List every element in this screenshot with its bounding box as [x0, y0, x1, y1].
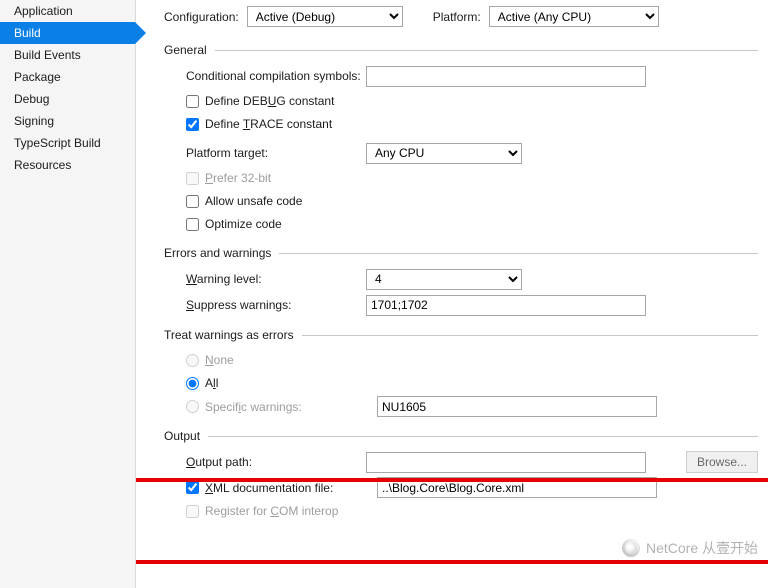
treat-specific-radio: [186, 400, 199, 413]
output-path-label: Output path:: [186, 455, 366, 469]
prefer-32bit-label: Prefer 32-bit: [205, 171, 271, 185]
suppress-warnings-input[interactable]: [366, 295, 646, 316]
optimize-code-checkbox[interactable]: [186, 218, 199, 231]
define-trace-checkbox[interactable]: [186, 118, 199, 131]
content-area: Configuration: Active (Debug) Platform: …: [136, 0, 768, 588]
sidebar-item-debug[interactable]: Debug: [0, 88, 135, 110]
optimize-code-label: Optimize code: [205, 217, 282, 231]
sidebar-item-label: Application: [14, 4, 73, 18]
xml-doc-checkbox[interactable]: [186, 481, 199, 494]
allow-unsafe-label: Allow unsafe code: [205, 194, 302, 208]
treat-specific-input[interactable]: [377, 396, 657, 417]
sidebar-item-signing[interactable]: Signing: [0, 110, 135, 132]
treat-all-label: All: [205, 376, 218, 390]
watermark-text: NetCore 从壹开始: [646, 538, 758, 558]
platform-label: Platform:: [433, 10, 481, 24]
sidebar-item-package[interactable]: Package: [0, 66, 135, 88]
group-title: Output: [164, 429, 200, 443]
treat-all-radio[interactable]: [186, 377, 199, 390]
register-com-label: Register for COM interop: [205, 504, 338, 518]
configuration-select[interactable]: Active (Debug): [247, 6, 403, 27]
suppress-warnings-label: Suppress warnings:: [186, 298, 366, 312]
sidebar-item-typescript-build[interactable]: TypeScript Build: [0, 132, 135, 154]
conditional-symbols-label: Conditional compilation symbols:: [186, 69, 366, 83]
sidebar-item-label: Resources: [14, 158, 71, 172]
group-header-errors: Errors and warnings: [164, 246, 758, 260]
sidebar-item-application[interactable]: Application: [0, 0, 135, 22]
prefer-32bit-checkbox: [186, 172, 199, 185]
platform-select[interactable]: Active (Any CPU): [489, 6, 659, 27]
group-header-output: Output: [164, 429, 758, 443]
platform-target-label: Platform target:: [186, 146, 366, 160]
sidebar-item-label: Signing: [14, 114, 54, 128]
sidebar-item-label: Build Events: [14, 48, 81, 62]
warning-level-label: Warning level:: [186, 272, 366, 286]
browse-button[interactable]: Browse...: [686, 451, 758, 473]
group-title: General: [164, 43, 207, 57]
group-title: Errors and warnings: [164, 246, 271, 260]
conditional-symbols-input[interactable]: [366, 66, 646, 87]
group-header-treat: Treat warnings as errors: [164, 328, 758, 342]
sidebar: Application Build Build Events Package D…: [0, 0, 136, 588]
sidebar-item-label: TypeScript Build: [14, 136, 101, 150]
watermark-logo-icon: [622, 539, 640, 557]
output-path-input[interactable]: [366, 452, 646, 473]
group-title: Treat warnings as errors: [164, 328, 294, 342]
configuration-label: Configuration:: [164, 10, 239, 24]
sidebar-item-label: Package: [14, 70, 61, 84]
define-debug-checkbox[interactable]: [186, 95, 199, 108]
group-header-general: General: [164, 43, 758, 57]
treat-none-radio: [186, 354, 199, 367]
platform-target-select[interactable]: Any CPU: [366, 143, 522, 164]
warning-level-select[interactable]: 4: [366, 269, 522, 290]
watermark: NetCore 从壹开始: [622, 538, 758, 558]
xml-doc-input[interactable]: [377, 477, 657, 498]
register-com-checkbox: [186, 505, 199, 518]
define-debug-label: Define DEBUG constant: [205, 94, 334, 108]
sidebar-item-build[interactable]: Build: [0, 22, 135, 44]
treat-none-label: None: [205, 353, 234, 367]
xml-doc-label: XML documentation file:: [205, 481, 371, 495]
sidebar-item-build-events[interactable]: Build Events: [0, 44, 135, 66]
sidebar-item-label: Debug: [14, 92, 49, 106]
sidebar-item-resources[interactable]: Resources: [0, 154, 135, 176]
define-trace-label: Define TRACE constant: [205, 117, 332, 131]
top-selector-row: Configuration: Active (Debug) Platform: …: [164, 6, 758, 27]
sidebar-item-label: Build: [14, 26, 41, 40]
allow-unsafe-checkbox[interactable]: [186, 195, 199, 208]
treat-specific-label: Specific warnings:: [205, 400, 371, 414]
